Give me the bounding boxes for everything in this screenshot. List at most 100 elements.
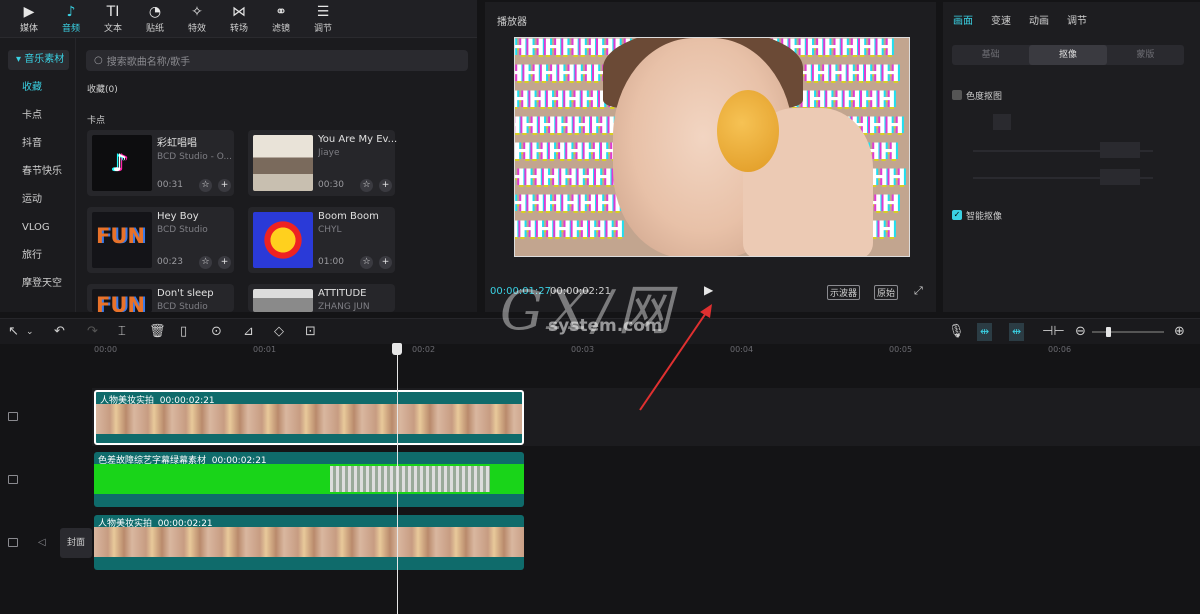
add-icon[interactable]: + — [379, 179, 392, 192]
music-list: ○ 搜索歌曲名称/歌手 收藏(0) 卡点 ♪ 彩虹唱唱 BCD Studio - O… — [78, 38, 477, 312]
music-card[interactable]: FUN Hey Boy BCD Studio 00:23 ☆ + — [87, 207, 234, 273]
section-label: 卡点 — [87, 116, 106, 126]
main-track-magnet-icon[interactable]: ⇹ — [977, 323, 993, 341]
category-item-douyin[interactable]: 抖音 — [0, 130, 75, 158]
music-card[interactable]: ATTITUDE ZHANG JUN — [248, 284, 395, 312]
favorite-star-icon[interactable]: ☆ — [360, 179, 373, 192]
media-panel: ▶ 媒体 ♪ 音频 TI 文本 ◔ 贴纸 ✧ 特效 ⋈ 转场 ⚭ 滤镜 ☰ 调节 ▾ 音乐素材 … — [0, 0, 477, 312]
chroma-key-checkbox[interactable] — [952, 90, 962, 100]
search-icon: ○ — [94, 55, 103, 66]
rotate-icon[interactable]: ◇ — [274, 323, 284, 341]
effects-icon: ✧ — [191, 4, 203, 20]
delete-icon[interactable]: 🗑 — [149, 323, 166, 341]
scope-button[interactable]: 示波器 — [827, 285, 861, 300]
track-visibility-icon[interactable] — [8, 538, 18, 547]
smart-cutout-checkbox[interactable]: ✓ — [952, 210, 962, 220]
clip-thumbnails — [96, 404, 522, 434]
mute-icon[interactable]: ◁ — [38, 537, 46, 548]
timeline-ruler[interactable]: 00:00 00:01 00:02 00:03 00:04 00:05 00:0… — [0, 344, 1200, 358]
toolbar-filter[interactable]: ⚭ 滤镜 — [260, 0, 302, 38]
cover-button[interactable]: 封面 — [60, 528, 92, 558]
tab-picture[interactable]: 画面 — [953, 12, 973, 27]
add-icon[interactable]: + — [218, 179, 231, 192]
boom-thumbnail — [253, 212, 313, 268]
track-visibility-icon[interactable] — [8, 475, 18, 484]
toolbar-transition[interactable]: ⋈ 转场 — [218, 0, 260, 38]
auto-snap-icon[interactable]: ⇹ — [1009, 323, 1025, 341]
fun-thumbnail: FUN — [92, 289, 152, 312]
original-ratio-button[interactable]: 原始 — [874, 285, 899, 300]
music-card[interactable]: You Are My Ev... Jiaye 00:30 ☆ + — [248, 130, 397, 196]
category-item-modern-sky[interactable]: 摩登天空 — [0, 270, 75, 298]
toolbar-adjust[interactable]: ☰ 调节 — [302, 0, 344, 38]
playhead[interactable] — [397, 344, 398, 614]
fun-thumbnail: FUN — [92, 212, 152, 268]
video-clip[interactable]: 人物美妆实拍 00:00:02:21 — [94, 515, 524, 570]
zoom-in-icon[interactable]: ⊕ — [1174, 323, 1185, 341]
chevron-down-icon[interactable]: ⌄ — [26, 323, 34, 341]
add-icon[interactable]: + — [218, 256, 231, 269]
music-card[interactable]: Boom Boom CHYL 01:00 ☆ + — [248, 207, 395, 273]
green-screen-clip[interactable]: 色差故障综艺字幕绿幕素材 00:00:02:21 — [94, 452, 524, 507]
favorite-star-icon[interactable]: ☆ — [199, 179, 212, 192]
album-thumbnail — [253, 135, 313, 191]
linkage-icon[interactable]: ⊣⊢ — [1042, 323, 1065, 341]
toolbar-audio[interactable]: ♪ 音频 — [50, 0, 92, 38]
search-input[interactable]: ○ 搜索歌曲名称/歌手 — [86, 50, 468, 71]
video-clip-selected[interactable]: 人物美妆实拍 00:00:02:21 — [94, 390, 524, 445]
microphone-icon[interactable]: 🎙 — [948, 323, 965, 341]
main-toolbar: ▶ 媒体 ♪ 音频 TI 文本 ◔ 贴纸 ✧ 特效 ⋈ 转场 ⚭ 滤镜 ☰ 调节 — [0, 0, 477, 38]
property-tabs: 画面 变速 动画 调节 — [953, 12, 1087, 27]
fun-logo: FUN — [96, 293, 145, 312]
track-visibility-icon[interactable] — [8, 412, 18, 421]
zoom-out-icon[interactable]: ⊖ — [1075, 323, 1086, 341]
zoom-slider-handle[interactable] — [1106, 327, 1111, 337]
color-picker — [993, 114, 1011, 130]
category-item-spring-festival[interactable]: 春节快乐 — [0, 158, 75, 186]
playhead-handle[interactable] — [392, 343, 402, 355]
category-item-sports[interactable]: 运动 — [0, 186, 75, 214]
category-item-vlog[interactable]: VLOG — [0, 214, 75, 242]
album-thumbnail — [253, 289, 313, 312]
music-card[interactable]: ♪ 彩虹唱唱 BCD Studio - O... 00:31 ☆ + — [87, 130, 234, 196]
sub-tab-segment: 基础 抠像 蒙版 — [952, 45, 1184, 65]
segment-cutout[interactable]: 抠像 — [1029, 45, 1107, 65]
tiktok-logo-icon: ♪ — [112, 149, 128, 177]
toolbar-sticker[interactable]: ◔ 贴纸 — [134, 0, 176, 38]
add-icon[interactable]: + — [379, 256, 392, 269]
category-header[interactable]: ▾ 音乐素材 — [8, 50, 69, 70]
undo-icon[interactable]: ↶ — [54, 323, 65, 341]
clip-thumbnails — [94, 527, 524, 557]
mirror-icon[interactable]: ⊿ — [243, 323, 254, 341]
redo-icon[interactable]: ↷ — [87, 323, 98, 341]
filter-icon: ⚭ — [275, 4, 287, 20]
text-icon: TI — [106, 4, 120, 20]
tab-adjust[interactable]: 调节 — [1067, 12, 1087, 27]
music-category-list: ▾ 音乐素材 收藏 卡点 抖音 春节快乐 运动 VLOG 旅行 摩登天空 — [0, 38, 76, 312]
split-icon[interactable]: ⌶ — [118, 323, 126, 341]
toolbar-text[interactable]: TI 文本 — [92, 0, 134, 38]
segment-mask[interactable]: 蒙版 — [1107, 45, 1184, 65]
play-icon[interactable]: ▶ — [704, 283, 713, 297]
reverse-icon[interactable]: ⊙ — [211, 323, 222, 341]
adjust-icon: ☰ — [316, 4, 330, 20]
category-item-beat[interactable]: 卡点 — [0, 102, 75, 130]
freeze-icon[interactable]: ▯ — [180, 323, 187, 341]
fullscreen-icon[interactable]: ⤢ — [914, 284, 923, 298]
favorite-star-icon[interactable]: ☆ — [360, 256, 373, 269]
category-item-favorites[interactable]: 收藏 — [0, 74, 75, 102]
video-preview[interactable]: HHHHHHH HHHHHHH HHHHHHH HHHHHHH HHHHHHH … — [514, 37, 910, 257]
toolbar-media[interactable]: ▶ 媒体 — [8, 0, 50, 38]
segment-basic[interactable]: 基础 — [952, 45, 1029, 65]
tab-speed[interactable]: 变速 — [991, 12, 1011, 27]
media-icon: ▶ — [23, 4, 35, 20]
toolbar-effects[interactable]: ✧ 特效 — [176, 0, 218, 38]
select-cursor-icon[interactable]: ↖ — [8, 323, 19, 341]
favorite-star-icon[interactable]: ☆ — [199, 256, 212, 269]
zoom-slider[interactable] — [1092, 327, 1164, 337]
makeup-sponge — [717, 90, 779, 172]
crop-icon[interactable]: ⊡ — [305, 323, 316, 341]
music-card[interactable]: FUN Don't sleep BCD Studio — [87, 284, 234, 312]
category-item-travel[interactable]: 旅行 — [0, 242, 75, 270]
tab-animation[interactable]: 动画 — [1029, 12, 1049, 27]
